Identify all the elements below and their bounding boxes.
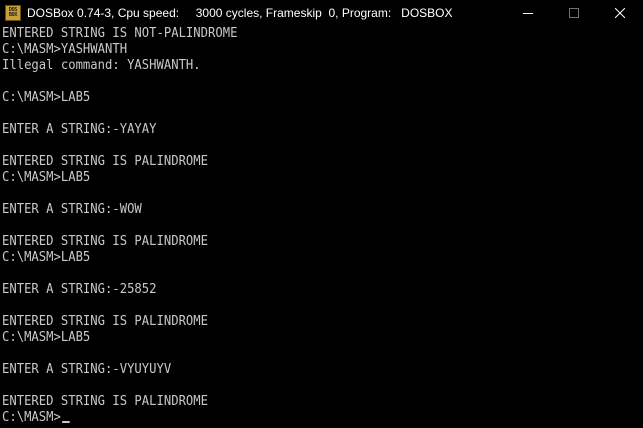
minimize-button[interactable] [505,0,551,26]
console-line: ENTER A STRING:-WOW [2,202,142,217]
dosbox-window: DOS BOX DOSBox 0.74-3, Cpu speed: 3000 c… [0,0,643,428]
minimize-icon [523,13,533,14]
dosbox-icon[interactable]: DOS BOX [5,5,21,21]
console-output[interactable]: ENTERED STRING IS NOT-PALINDROME C:\MASM… [2,26,643,428]
console-line: ENTERED STRING IS PALINDROME [2,314,209,329]
console-line: ENTERED STRING IS PALINDROME [2,234,209,249]
window-title: DOSBox 0.74-3, Cpu speed: 3000 cycles, F… [27,6,453,20]
text-cursor [61,421,70,423]
console-line: C:\MASM>YASHWANTH [2,42,128,57]
console-line: C:\MASM>LAB5 [2,330,91,345]
close-button[interactable] [597,0,643,26]
console-line: C:\MASM>LAB5 [2,250,91,265]
prompt-line[interactable]: C:\MASM> [2,410,605,426]
console-line: C:\MASM>LAB5 [2,90,91,105]
icon-text-bottom: BOX [8,12,18,18]
console-line: ENTERED STRING IS PALINDROME [2,154,209,169]
console-line: ENTERED STRING IS NOT-PALINDROME [2,26,238,41]
console-line: ENTERED STRING IS PALINDROME [2,394,209,409]
window-controls [505,0,643,26]
close-icon [615,8,625,18]
console-line: ENTER A STRING:-YAYAY [2,122,157,137]
console-line: ENTER A STRING:-25852 [2,282,157,297]
maximize-button[interactable] [551,0,597,26]
title-bar[interactable]: DOS BOX DOSBox 0.74-3, Cpu speed: 3000 c… [0,0,643,26]
console-line: Illegal command: YASHWANTH. [2,58,201,73]
console-line: C:\MASM>LAB5 [2,170,91,185]
maximize-icon [569,8,579,18]
prompt-text: C:\MASM> [2,410,61,425]
console-line: ENTER A STRING:-VYUYUYV [2,362,172,377]
